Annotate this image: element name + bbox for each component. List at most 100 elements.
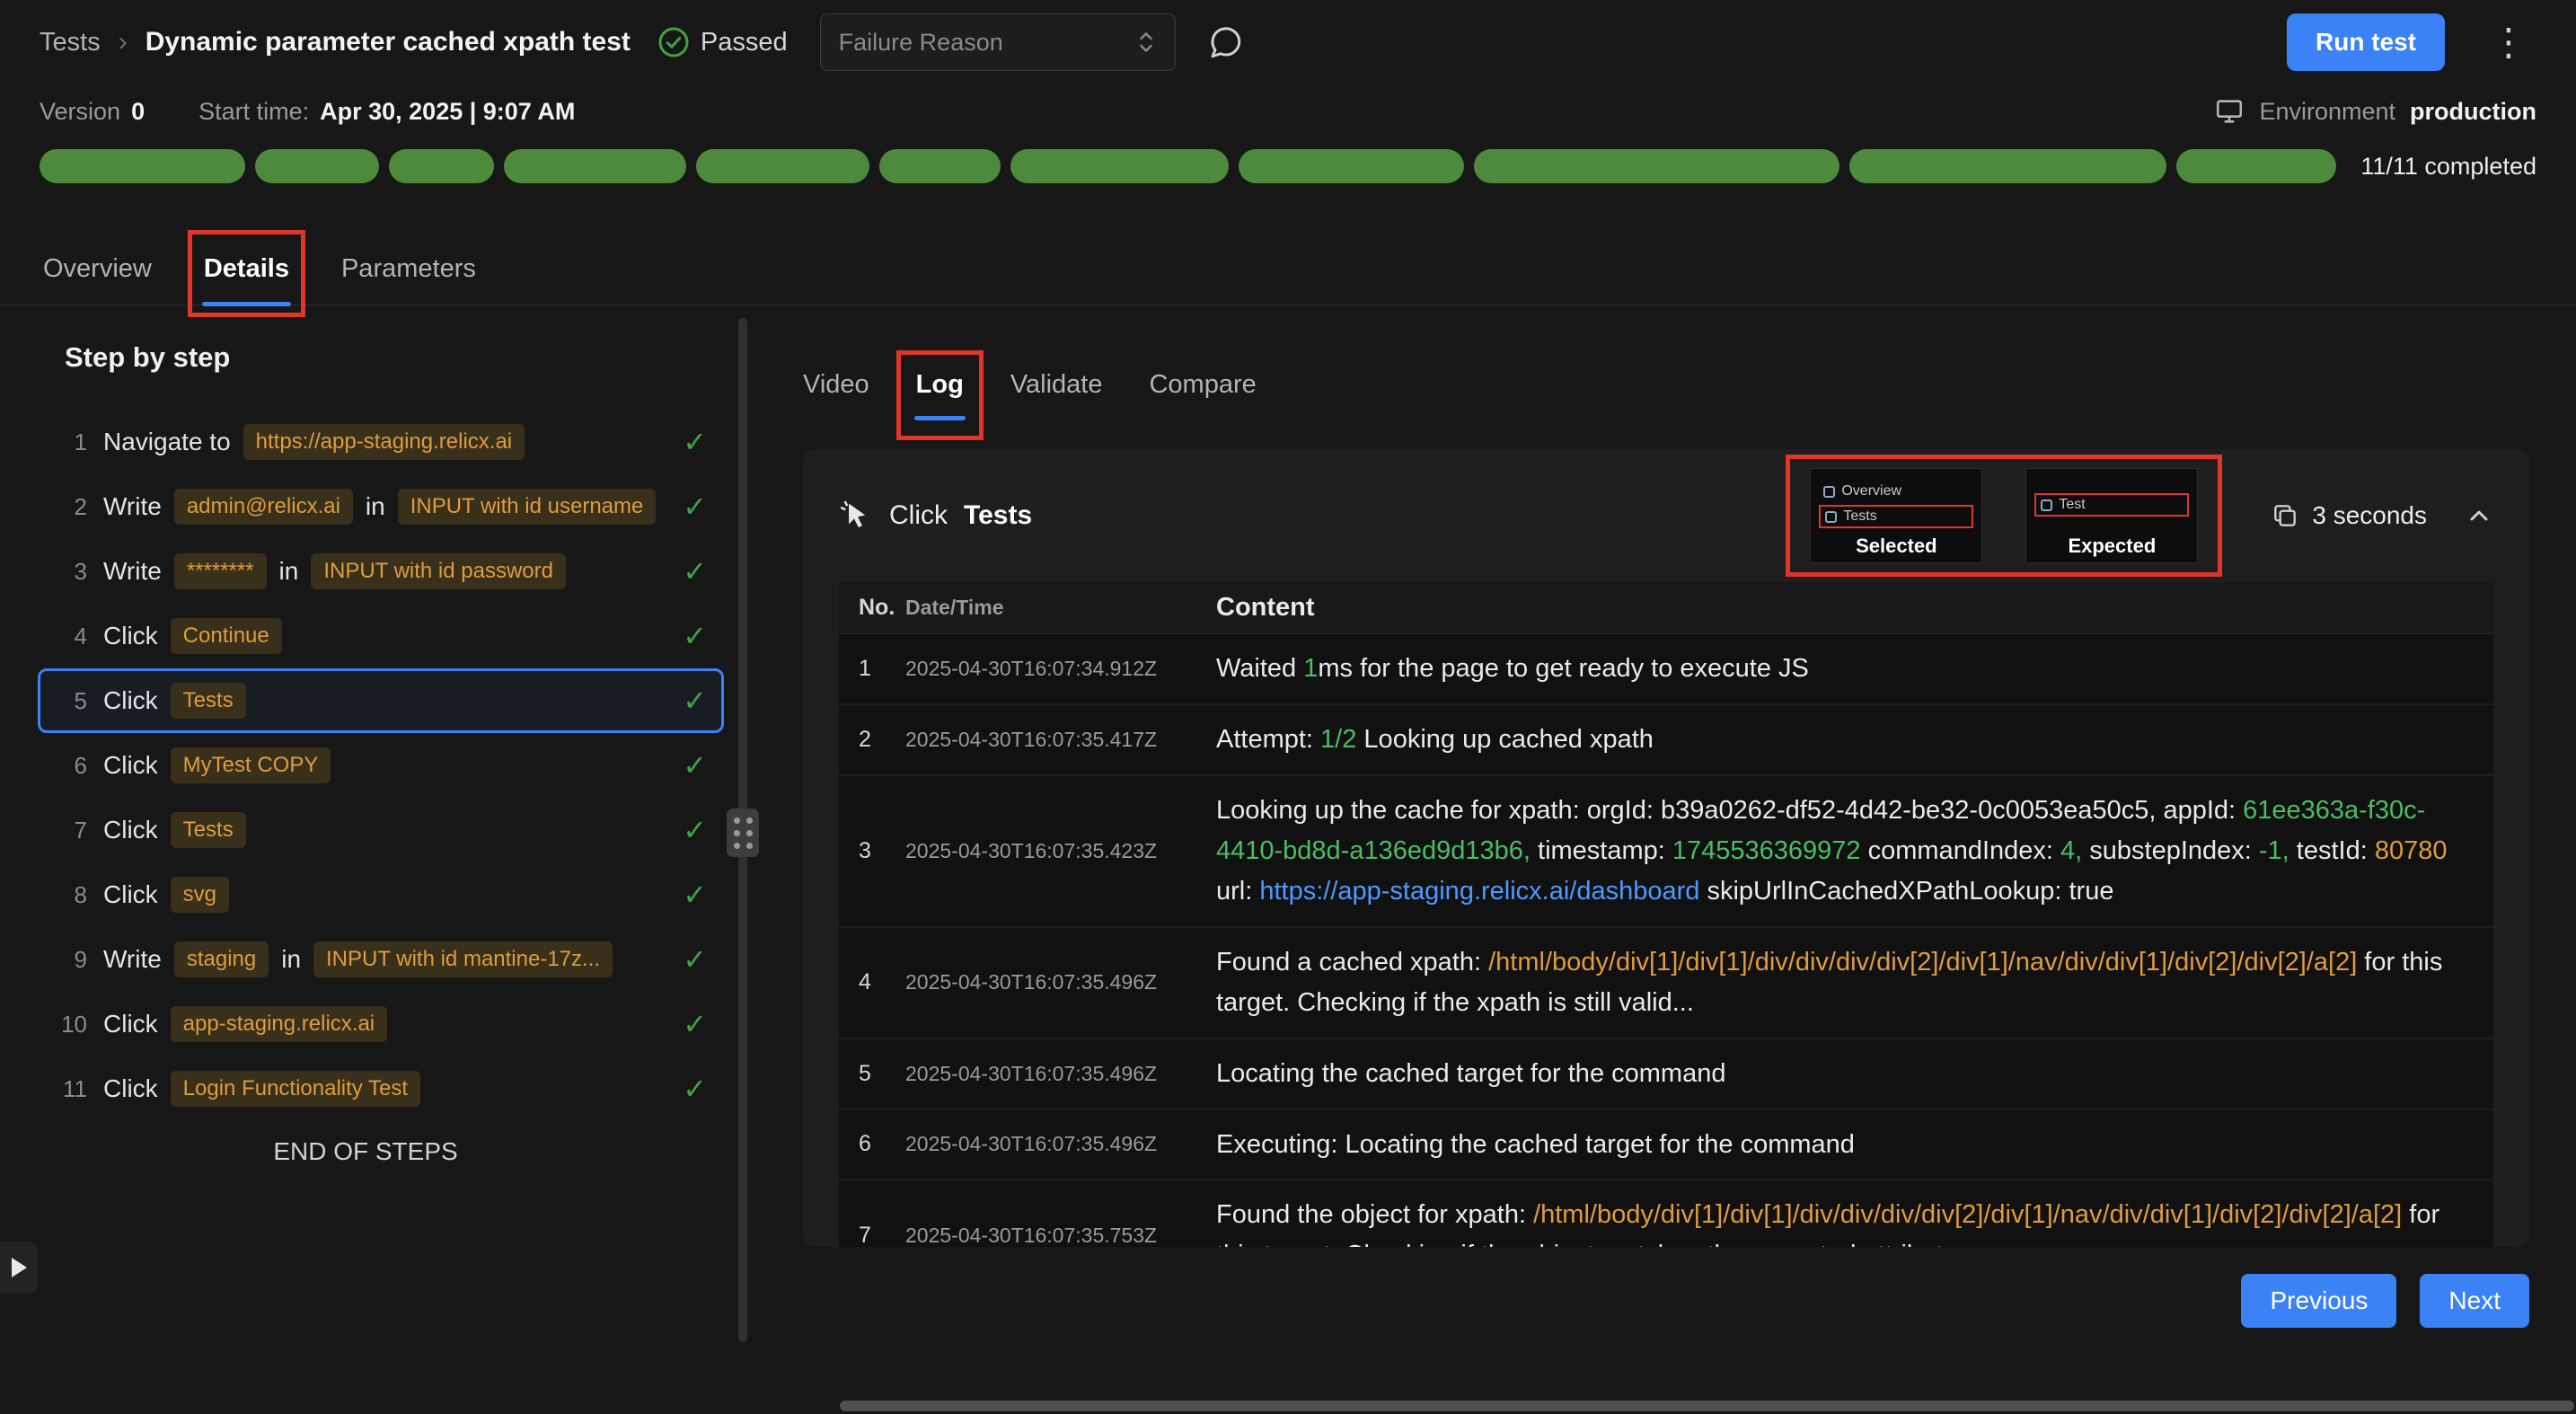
step-row[interactable]: 9WritestaginginINPUT with id mantine-17z… bbox=[38, 927, 724, 992]
steps-panel: Step by step 1Navigate tohttps://app-sta… bbox=[38, 305, 729, 1365]
status-badge: Passed bbox=[657, 26, 788, 58]
step-passed-check-icon: ✓ bbox=[683, 425, 707, 459]
failure-reason-select[interactable]: Failure Reason bbox=[820, 13, 1176, 71]
log-link[interactable]: https://app-staging.relicx.ai/dashboard bbox=[1259, 877, 1699, 906]
step-row[interactable]: 5ClickTests✓ bbox=[38, 668, 724, 733]
step-row[interactable]: 1Navigate tohttps://app-staging.relicx.a… bbox=[38, 410, 724, 474]
step-row[interactable]: 6ClickMyTest COPY✓ bbox=[38, 733, 724, 798]
tab-validate[interactable]: Validate bbox=[1010, 356, 1103, 413]
log-text-segment: Waited bbox=[1216, 654, 1303, 683]
collapse-chevron-icon[interactable] bbox=[2465, 501, 2493, 530]
tab-compare[interactable]: Compare bbox=[1149, 356, 1256, 413]
log-text-segment: skipUrlInCachedXPathLookup: true bbox=[1699, 877, 2113, 906]
horizontal-scrollbar-thumb[interactable] bbox=[840, 1401, 2574, 1411]
comment-icon[interactable] bbox=[1206, 23, 1244, 61]
log-text-segment: -1, bbox=[2259, 836, 2289, 865]
log-row-number: 4 bbox=[839, 969, 905, 995]
tab-log[interactable]: Log bbox=[916, 356, 964, 413]
step-connector: in bbox=[281, 945, 301, 974]
step-target-badge: Tests bbox=[171, 812, 246, 848]
log-text-segment: testId: bbox=[2289, 836, 2375, 865]
copy-icon[interactable] bbox=[2271, 501, 2299, 530]
log-row-content: Attempt: 1/2 Looking up cached xpath bbox=[1202, 705, 2493, 774]
thumbnail-content: OverviewTests bbox=[1811, 469, 1981, 535]
breadcrumb[interactable]: Tests bbox=[40, 28, 101, 57]
log-row: 42025-04-30T16:07:35.496ZFound a cached … bbox=[839, 928, 2493, 1039]
step-passed-check-icon: ✓ bbox=[683, 1072, 707, 1106]
log-row-number: 3 bbox=[839, 838, 905, 864]
step-action: Click bbox=[103, 686, 158, 715]
log-row: 72025-04-30T16:07:35.753ZFound the objec… bbox=[839, 1180, 2493, 1247]
log-row-content: Waited 1ms for the page to get ready to … bbox=[1202, 634, 2493, 703]
page-title: Dynamic parameter cached xpath test bbox=[146, 27, 631, 57]
step-number: 9 bbox=[53, 946, 87, 974]
log-action-label: Click bbox=[889, 500, 948, 531]
thumbnail-content: Test bbox=[2026, 469, 2197, 535]
tab-label: Compare bbox=[1149, 370, 1256, 400]
tab-label: Parameters bbox=[341, 254, 476, 284]
log-text-segment: 1 bbox=[1303, 654, 1318, 683]
step-target-badge: MyTest COPY bbox=[171, 747, 331, 783]
step-number: 3 bbox=[53, 558, 87, 586]
step-action: Write bbox=[103, 492, 162, 521]
run-test-button[interactable]: Run test bbox=[2287, 13, 2445, 71]
environment-value: production bbox=[2410, 98, 2536, 126]
log-header-content: Content bbox=[1202, 588, 2493, 628]
step-row[interactable]: 2Writeadmin@relicx.aiinINPUT with id use… bbox=[38, 474, 724, 539]
step-row[interactable]: 7ClickTests✓ bbox=[38, 798, 724, 862]
log-row-content: Looking up the cache for xpath: orgId: b… bbox=[1202, 776, 2493, 926]
log-row-datetime: 2025-04-30T16:07:35.753Z bbox=[905, 1224, 1202, 1247]
log-text-segment: timestamp: bbox=[1531, 836, 1672, 865]
previous-button[interactable]: Previous bbox=[2241, 1274, 2396, 1328]
meta-row: Version 0 Start time: Apr 30, 2025 | 9:0… bbox=[0, 93, 2576, 129]
log-text-segment: Attempt: bbox=[1216, 725, 1320, 754]
progress-segment bbox=[389, 149, 493, 183]
step-row[interactable]: 8Clicksvg✓ bbox=[38, 862, 724, 927]
tab-label: Validate bbox=[1010, 370, 1103, 400]
log-text-segment: 4, bbox=[2060, 836, 2082, 865]
log-row-datetime: 2025-04-30T16:07:35.496Z bbox=[905, 1132, 1202, 1156]
start-time-value: Apr 30, 2025 | 9:07 AM bbox=[320, 98, 575, 126]
next-button[interactable]: Next bbox=[2420, 1274, 2529, 1328]
log-row: 22025-04-30T16:07:35.417ZAttempt: 1/2 Lo… bbox=[839, 705, 2493, 776]
version-value: 0 bbox=[131, 98, 145, 126]
step-action: Click bbox=[103, 880, 158, 909]
screenshot-thumbnail[interactable]: OverviewTestsSelected bbox=[1810, 468, 1982, 563]
tab-parameters[interactable]: Parameters bbox=[341, 234, 476, 305]
kebab-menu-icon[interactable]: ⋮ bbox=[2481, 23, 2536, 61]
step-target-badge: https://app-staging.relicx.ai bbox=[243, 424, 525, 460]
progress-segment bbox=[1849, 149, 2166, 183]
step-number: 7 bbox=[53, 817, 87, 844]
log-row-number: 2 bbox=[839, 727, 905, 753]
breadcrumb-separator-icon: › bbox=[119, 27, 128, 57]
step-action: Navigate to bbox=[103, 428, 231, 456]
tab-label: Overview bbox=[43, 254, 152, 284]
tab-overview[interactable]: Overview bbox=[43, 234, 152, 305]
screenshot-thumbnail[interactable]: TestExpected bbox=[2025, 468, 2198, 563]
progress-label: 11/11 completed bbox=[2360, 153, 2536, 181]
duration-group: 3 seconds bbox=[2271, 501, 2427, 530]
step-number: 10 bbox=[53, 1011, 87, 1038]
step-row[interactable]: 10Clickapp-staging.relicx.ai✓ bbox=[38, 992, 724, 1056]
tab-details[interactable]: Details bbox=[204, 234, 289, 305]
sidebar-expand-arrow[interactable] bbox=[0, 1242, 38, 1294]
select-chevrons-icon bbox=[1135, 29, 1157, 56]
tab-label: Log bbox=[916, 370, 964, 400]
step-number: 5 bbox=[53, 687, 87, 715]
status-label: Passed bbox=[701, 28, 788, 57]
step-row[interactable]: 3Write********inINPUT with id password✓ bbox=[38, 539, 724, 604]
steps-list: 1Navigate tohttps://app-staging.relicx.a… bbox=[38, 410, 729, 1121]
log-card: Click Tests OverviewTestsSelectedTestExp… bbox=[803, 449, 2529, 1247]
panel-resize-grip[interactable] bbox=[727, 809, 759, 857]
step-row[interactable]: 4ClickContinue✓ bbox=[38, 604, 724, 668]
mini-text: Test bbox=[2059, 497, 2085, 513]
tab-video[interactable]: Video bbox=[803, 356, 869, 413]
progress-segment bbox=[504, 149, 687, 183]
step-passed-check-icon: ✓ bbox=[683, 878, 707, 912]
step-row[interactable]: 11ClickLogin Functionality Test✓ bbox=[38, 1056, 724, 1121]
log-text-segment: ms for the page to get ready to execute … bbox=[1318, 654, 1808, 683]
log-card-header: Click Tests OverviewTestsSelectedTestExp… bbox=[803, 449, 2529, 582]
progress-segment bbox=[879, 149, 1001, 183]
step-passed-check-icon: ✓ bbox=[683, 942, 707, 977]
content: Step by step 1Navigate tohttps://app-sta… bbox=[0, 305, 2576, 1365]
